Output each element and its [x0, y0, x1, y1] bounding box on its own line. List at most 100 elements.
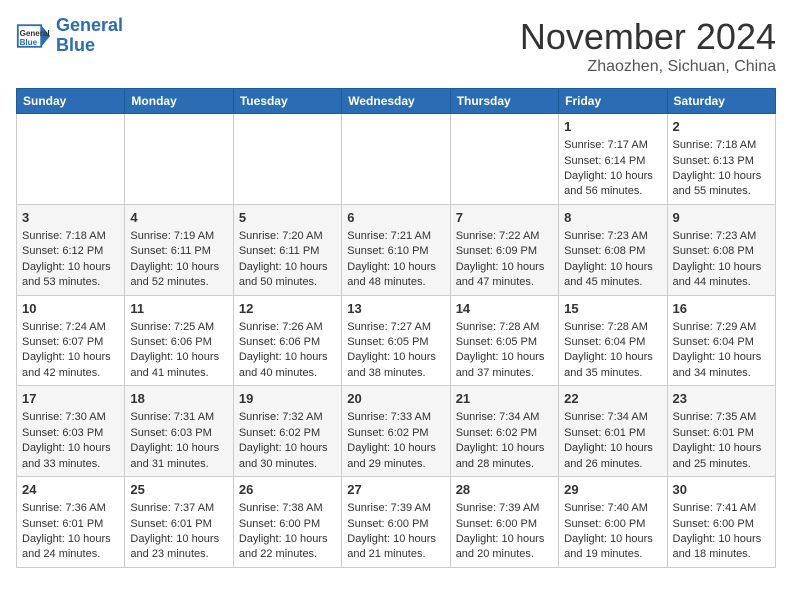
calendar-cell: 6Sunrise: 7:21 AMSunset: 6:10 PMDaylight…	[342, 204, 450, 295]
day-number: 6	[347, 209, 444, 227]
day-number: 3	[22, 209, 119, 227]
calendar-cell: 17Sunrise: 7:30 AMSunset: 6:03 PMDayligh…	[17, 386, 125, 477]
svg-text:General: General	[20, 29, 50, 38]
day-info: Daylight: 10 hours and 52 minutes.	[130, 260, 227, 291]
day-info: Sunset: 6:03 PM	[22, 426, 119, 441]
day-info: Sunrise: 7:33 AM	[347, 410, 444, 425]
day-number: 12	[239, 300, 336, 318]
day-info: Sunset: 6:08 PM	[564, 244, 661, 259]
day-info: Sunset: 6:00 PM	[239, 517, 336, 532]
day-info: Daylight: 10 hours and 33 minutes.	[22, 441, 119, 472]
calendar-cell: 13Sunrise: 7:27 AMSunset: 6:05 PMDayligh…	[342, 295, 450, 386]
day-number: 19	[239, 390, 336, 408]
day-number: 30	[673, 481, 770, 499]
day-info: Sunset: 6:02 PM	[347, 426, 444, 441]
day-info: Daylight: 10 hours and 38 minutes.	[347, 350, 444, 381]
svg-text:Blue: Blue	[20, 38, 38, 47]
day-number: 18	[130, 390, 227, 408]
day-info: Sunset: 6:06 PM	[130, 335, 227, 350]
day-info: Sunset: 6:06 PM	[239, 335, 336, 350]
day-info: Daylight: 10 hours and 50 minutes.	[239, 260, 336, 291]
calendar-cell	[17, 114, 125, 205]
day-info: Sunset: 6:04 PM	[673, 335, 770, 350]
day-number: 29	[564, 481, 661, 499]
day-number: 5	[239, 209, 336, 227]
calendar-cell	[450, 114, 558, 205]
day-info: Daylight: 10 hours and 41 minutes.	[130, 350, 227, 381]
day-info: Sunset: 6:05 PM	[456, 335, 553, 350]
month-title-block: November 2024 Zhaozhen, Sichuan, China	[520, 16, 776, 76]
day-info: Sunrise: 7:25 AM	[130, 320, 227, 335]
page-header: General Blue General Blue November 2024 …	[16, 16, 776, 76]
day-info: Daylight: 10 hours and 35 minutes.	[564, 350, 661, 381]
calendar-cell: 30Sunrise: 7:41 AMSunset: 6:00 PMDayligh…	[667, 477, 775, 568]
calendar-cell: 7Sunrise: 7:22 AMSunset: 6:09 PMDaylight…	[450, 204, 558, 295]
day-info: Sunrise: 7:28 AM	[456, 320, 553, 335]
day-info: Daylight: 10 hours and 47 minutes.	[456, 260, 553, 291]
logo: General Blue General Blue	[16, 16, 123, 56]
day-info: Daylight: 10 hours and 37 minutes.	[456, 350, 553, 381]
day-info: Sunrise: 7:39 AM	[456, 501, 553, 516]
day-info: Daylight: 10 hours and 23 minutes.	[130, 532, 227, 563]
calendar-cell: 18Sunrise: 7:31 AMSunset: 6:03 PMDayligh…	[125, 386, 233, 477]
day-info: Sunset: 6:03 PM	[130, 426, 227, 441]
calendar-cell	[342, 114, 450, 205]
calendar-table: SundayMondayTuesdayWednesdayThursdayFrid…	[16, 88, 776, 568]
calendar-cell: 10Sunrise: 7:24 AMSunset: 6:07 PMDayligh…	[17, 295, 125, 386]
day-info: Sunset: 6:05 PM	[347, 335, 444, 350]
day-header-thursday: Thursday	[450, 89, 558, 114]
day-number: 20	[347, 390, 444, 408]
calendar-cell: 9Sunrise: 7:23 AMSunset: 6:08 PMDaylight…	[667, 204, 775, 295]
calendar-cell: 29Sunrise: 7:40 AMSunset: 6:00 PMDayligh…	[559, 477, 667, 568]
day-info: Sunset: 6:00 PM	[673, 517, 770, 532]
day-info: Sunset: 6:01 PM	[564, 426, 661, 441]
day-header-wednesday: Wednesday	[342, 89, 450, 114]
logo-text: General Blue	[56, 16, 123, 56]
day-info: Sunrise: 7:27 AM	[347, 320, 444, 335]
day-info: Sunrise: 7:32 AM	[239, 410, 336, 425]
day-number: 28	[456, 481, 553, 499]
day-info: Daylight: 10 hours and 55 minutes.	[673, 169, 770, 200]
day-info: Sunrise: 7:18 AM	[22, 229, 119, 244]
day-info: Sunset: 6:01 PM	[673, 426, 770, 441]
day-info: Sunrise: 7:22 AM	[456, 229, 553, 244]
calendar-cell: 26Sunrise: 7:38 AMSunset: 6:00 PMDayligh…	[233, 477, 341, 568]
day-info: Sunrise: 7:19 AM	[130, 229, 227, 244]
day-number: 21	[456, 390, 553, 408]
calendar-cell: 4Sunrise: 7:19 AMSunset: 6:11 PMDaylight…	[125, 204, 233, 295]
day-info: Sunset: 6:11 PM	[130, 244, 227, 259]
day-number: 8	[564, 209, 661, 227]
calendar-cell: 23Sunrise: 7:35 AMSunset: 6:01 PMDayligh…	[667, 386, 775, 477]
day-info: Daylight: 10 hours and 53 minutes.	[22, 260, 119, 291]
week-row-3: 10Sunrise: 7:24 AMSunset: 6:07 PMDayligh…	[17, 295, 776, 386]
day-info: Sunrise: 7:36 AM	[22, 501, 119, 516]
day-info: Daylight: 10 hours and 29 minutes.	[347, 441, 444, 472]
day-info: Daylight: 10 hours and 19 minutes.	[564, 532, 661, 563]
day-info: Sunrise: 7:18 AM	[673, 138, 770, 153]
day-info: Sunrise: 7:21 AM	[347, 229, 444, 244]
day-info: Sunrise: 7:26 AM	[239, 320, 336, 335]
calendar-cell: 21Sunrise: 7:34 AMSunset: 6:02 PMDayligh…	[450, 386, 558, 477]
day-info: Sunrise: 7:37 AM	[130, 501, 227, 516]
day-info: Sunrise: 7:39 AM	[347, 501, 444, 516]
day-info: Sunset: 6:13 PM	[673, 154, 770, 169]
day-info: Daylight: 10 hours and 48 minutes.	[347, 260, 444, 291]
day-number: 22	[564, 390, 661, 408]
calendar-body: 1Sunrise: 7:17 AMSunset: 6:14 PMDaylight…	[17, 114, 776, 568]
day-number: 11	[130, 300, 227, 318]
day-info: Sunset: 6:12 PM	[22, 244, 119, 259]
logo-general: General	[56, 15, 123, 35]
calendar-cell: 2Sunrise: 7:18 AMSunset: 6:13 PMDaylight…	[667, 114, 775, 205]
day-info: Sunset: 6:08 PM	[673, 244, 770, 259]
day-number: 23	[673, 390, 770, 408]
calendar-cell: 15Sunrise: 7:28 AMSunset: 6:04 PMDayligh…	[559, 295, 667, 386]
day-header-friday: Friday	[559, 89, 667, 114]
day-info: Sunrise: 7:34 AM	[564, 410, 661, 425]
calendar-cell: 5Sunrise: 7:20 AMSunset: 6:11 PMDaylight…	[233, 204, 341, 295]
calendar-cell	[233, 114, 341, 205]
day-info: Sunset: 6:00 PM	[456, 517, 553, 532]
day-number: 17	[22, 390, 119, 408]
day-info: Sunrise: 7:20 AM	[239, 229, 336, 244]
day-number: 15	[564, 300, 661, 318]
day-info: Sunset: 6:00 PM	[347, 517, 444, 532]
